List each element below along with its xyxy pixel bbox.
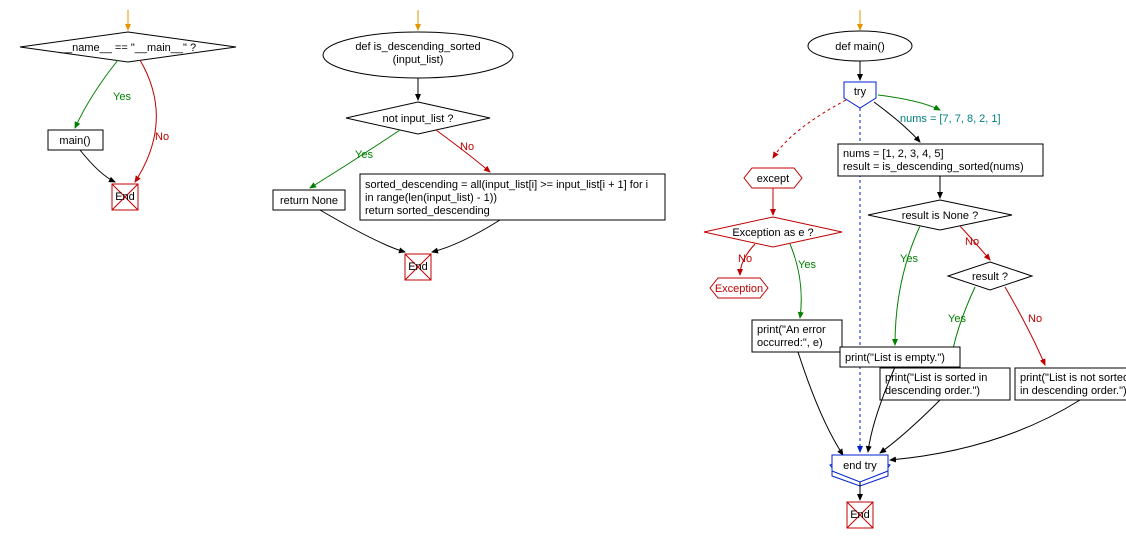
assign-l1: nums = [1, 2, 3, 4, 5] bbox=[843, 148, 944, 160]
end-node: End bbox=[847, 502, 873, 528]
body-l3: return sorted_descending bbox=[365, 205, 490, 217]
edge-comment bbox=[878, 95, 940, 110]
print-sorted-l1: print("List is sorted in bbox=[885, 372, 987, 384]
exception-label: Exception bbox=[715, 283, 763, 295]
def-main-label: def main() bbox=[835, 41, 885, 53]
except-cond-label: Exception as e ? bbox=[732, 227, 813, 239]
end-node: End bbox=[405, 254, 431, 280]
chart-3: def main() try nums = [7, 7, 8, 2, 1] nu… bbox=[704, 10, 1126, 528]
edge-try-except bbox=[773, 100, 846, 158]
print-not-sorted-l2: in descending order.") bbox=[1020, 385, 1126, 397]
yes-label: Yes bbox=[948, 313, 966, 325]
end-label: End bbox=[850, 509, 870, 521]
edge-no bbox=[135, 60, 156, 182]
edge-none-yes bbox=[895, 226, 920, 345]
call-main-label: main() bbox=[59, 135, 90, 147]
print-not-sorted-l1: print("List is not sorted bbox=[1020, 372, 1126, 384]
def-label-l2: (input_list) bbox=[393, 54, 444, 66]
edge-notsorted-endtry bbox=[890, 400, 1080, 460]
print-error-l2: occurred:", e) bbox=[757, 337, 823, 349]
end-node: End bbox=[112, 184, 138, 210]
edge-sorted-endtry bbox=[880, 400, 940, 453]
edge-err-endtry bbox=[798, 352, 843, 455]
def-label-l1: def is_descending_sorted bbox=[355, 41, 480, 53]
dec-none-label: result is None ? bbox=[902, 210, 978, 222]
decision-label: __name__ == "__main__" ? bbox=[59, 42, 196, 54]
edge-yes bbox=[75, 60, 118, 128]
print-error-l1: print("An error bbox=[757, 324, 826, 336]
body-l1: sorted_descending = all(input_list[i] >=… bbox=[365, 179, 648, 191]
no-label: No bbox=[155, 131, 169, 143]
yes-label: Yes bbox=[900, 253, 918, 265]
yes-label: Yes bbox=[355, 149, 373, 161]
yes-label: Yes bbox=[113, 91, 131, 103]
end-label: End bbox=[408, 261, 428, 273]
flowchart-canvas: __name__ == "__main__" ? Yes main() No E… bbox=[0, 0, 1126, 542]
return-none-label: return None bbox=[280, 195, 338, 207]
except-label: except bbox=[757, 173, 789, 185]
no-label: No bbox=[965, 236, 979, 248]
assign-l2: result = is_descending_sorted(nums) bbox=[843, 161, 1024, 173]
decision-label: not input_list ? bbox=[383, 113, 454, 125]
print-empty-label: print("List is empty.") bbox=[845, 352, 945, 364]
edge-body-end bbox=[432, 220, 500, 252]
try-label: try bbox=[854, 86, 867, 98]
no-label: No bbox=[460, 141, 474, 153]
dec-result-label: result ? bbox=[972, 271, 1008, 283]
no-label: No bbox=[738, 253, 752, 265]
end-label: End bbox=[115, 191, 135, 203]
edge-result-no bbox=[1005, 287, 1045, 365]
chart-1: __name__ == "__main__" ? Yes main() No E… bbox=[20, 10, 236, 210]
edge-main-end bbox=[80, 150, 115, 182]
comment-label: nums = [7, 7, 8, 2, 1] bbox=[900, 113, 1001, 125]
no-label: No bbox=[1028, 313, 1042, 325]
yes-label: Yes bbox=[798, 259, 816, 271]
end-try-label: end try bbox=[843, 460, 877, 472]
edge-exc-yes bbox=[790, 244, 801, 318]
print-sorted-l2: descending order.") bbox=[885, 385, 980, 397]
chart-2: def is_descending_sorted (input_list) no… bbox=[273, 10, 665, 280]
body-l2: in range(len(input_list) - 1)) bbox=[365, 192, 497, 204]
